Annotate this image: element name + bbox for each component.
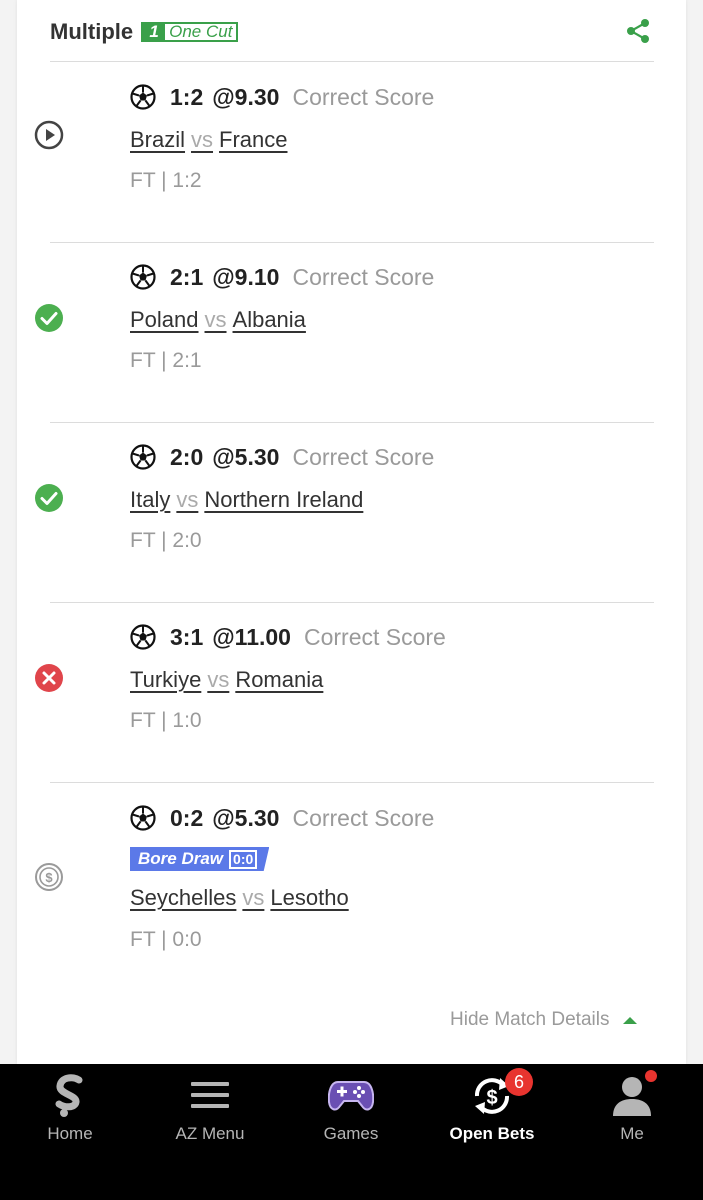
pick-score: 2:0 [170, 443, 204, 470]
play-icon[interactable] [34, 120, 64, 150]
user-icon-wrap [609, 1070, 657, 1118]
home-team-link[interactable]: Brazil [130, 127, 185, 152]
hide-match-details-button[interactable]: Hide Match Details [450, 1009, 638, 1031]
bet-leg: 1:2 @9.30 Correct Score Brazil vs France F… [17, 62, 686, 242]
soccer-ball-icon [130, 264, 156, 290]
svg-text:$: $ [45, 870, 53, 885]
away-team-link[interactable]: Albania [233, 307, 306, 332]
bore-draw-label: Bore Draw [138, 849, 224, 868]
match-result: FT | 1:2 [130, 169, 202, 192]
open-bets-count-badge: 6 [505, 1068, 533, 1096]
gamepad-icon [328, 1081, 374, 1111]
pick-score: 2:1 [170, 263, 204, 290]
nav-home[interactable]: Home [0, 1064, 140, 1154]
bet-leg: 3:1 @11.00 Correct Score Turkiye vs Romani… [17, 602, 686, 782]
match-teams: Poland vs Albania [130, 307, 306, 333]
home-team-link[interactable]: Turkiye [130, 667, 201, 692]
away-team-link[interactable]: France [219, 127, 287, 152]
vs-label: vs [242, 885, 265, 910]
pick-odds: @9.30 [212, 83, 280, 110]
won-check-icon [35, 484, 63, 512]
vs-label: vs [176, 487, 199, 512]
home-team-link[interactable]: Italy [130, 487, 170, 512]
nav-az-menu[interactable]: AZ Menu [140, 1064, 280, 1154]
away-team-link[interactable]: Northern Ireland [204, 487, 363, 512]
bottom-nav-bar: Home AZ Menu Games $ 6 Open Bets Me [0, 1064, 703, 1200]
notification-dot [645, 1070, 657, 1082]
pick-score: 0:2 [170, 804, 204, 831]
pick-odds: @9.10 [212, 263, 280, 290]
bore-draw-score: 0:0 [229, 849, 258, 869]
svg-text:$: $ [486, 1087, 497, 1109]
nav-me[interactable]: Me [562, 1064, 702, 1154]
share-icon[interactable] [625, 18, 651, 44]
nav-home-label: Home [47, 1124, 93, 1143]
lost-cross-icon [35, 664, 63, 692]
vs-label: vs [204, 307, 227, 332]
pick-odds: @11.00 [212, 623, 291, 650]
one-cut-label: One Cut [169, 22, 233, 41]
bet-leg: 2:0 @5.30 Correct Score Italy vs Northern … [17, 422, 686, 602]
bet-header: Multiple 1 One Cut [50, 18, 239, 46]
pick-odds: @5.30 [212, 443, 280, 470]
selection-line: 1:2 @9.30 Correct Score [130, 82, 434, 112]
nav-games[interactable]: Games [281, 1064, 421, 1154]
vs-label: vs [207, 667, 230, 692]
hide-match-details-label: Hide Match Details [450, 1009, 610, 1030]
won-check-icon [35, 304, 63, 332]
selection-line: 3:1 @11.00 Correct Score [130, 622, 446, 652]
open-bets-icon-wrap: $ 6 [469, 1068, 533, 1118]
selection-line: 0:2 @5.30 Correct Score [130, 803, 434, 833]
match-teams: Turkiye vs Romania [130, 667, 323, 693]
sporty-logo-icon [55, 1074, 83, 1117]
one-cut-mark: 1 [143, 22, 166, 42]
hamburger-menu-icon [191, 1082, 229, 1108]
pick-score: 1:2 [170, 83, 204, 110]
bet-leg: $ 0:2 @5.30 Correct Score Bore Draw 0:0 … [17, 782, 686, 982]
home-team-link[interactable]: Seychelles [130, 885, 236, 910]
caret-up-icon [623, 1016, 638, 1024]
market-name: Correct Score [292, 804, 435, 831]
match-teams: Seychelles vs Lesotho [130, 885, 349, 911]
nav-open-bets[interactable]: $ 6 Open Bets [422, 1064, 562, 1154]
soccer-ball-icon [130, 84, 156, 110]
nav-games-label: Games [323, 1124, 379, 1143]
away-team-link[interactable]: Romania [235, 667, 323, 692]
nav-me-label: Me [620, 1124, 644, 1143]
soccer-ball-icon [130, 805, 156, 831]
match-result: FT | 2:0 [130, 529, 202, 552]
bore-draw-badge: Bore Draw 0:0 [130, 847, 270, 871]
match-result: FT | 2:1 [130, 349, 202, 372]
refund-coin-icon: $ [35, 863, 63, 891]
match-teams: Brazil vs France [130, 127, 288, 153]
selection-line: 2:1 @9.10 Correct Score [130, 262, 434, 292]
selection-line: 2:0 @5.30 Correct Score [130, 442, 434, 472]
soccer-ball-icon [130, 444, 156, 470]
pick-odds: @5.30 [212, 804, 280, 831]
match-result: FT | 0:0 [130, 928, 202, 951]
bet-leg: 2:1 @9.10 Correct Score Poland vs Albania … [17, 242, 686, 422]
away-team-link[interactable]: Lesotho [270, 885, 348, 910]
soccer-ball-icon [130, 624, 156, 650]
pick-score: 3:1 [170, 623, 204, 650]
bet-details-card: Multiple 1 One Cut 1:2 @9.30 Correct Sco… [17, 0, 686, 1064]
vs-label: vs [191, 127, 214, 152]
home-team-link[interactable]: Poland [130, 307, 199, 332]
match-teams: Italy vs Northern Ireland [130, 487, 363, 513]
market-name: Correct Score [292, 263, 435, 290]
market-name: Correct Score [292, 443, 435, 470]
nav-az-menu-label: AZ Menu [175, 1124, 245, 1143]
bet-type-title: Multiple [50, 19, 134, 44]
match-result: FT | 1:0 [130, 709, 202, 732]
one-cut-badge: 1 One Cut [141, 22, 239, 42]
nav-open-bets-label: Open Bets [449, 1124, 535, 1143]
market-name: Correct Score [292, 83, 435, 110]
market-name: Correct Score [303, 623, 446, 650]
